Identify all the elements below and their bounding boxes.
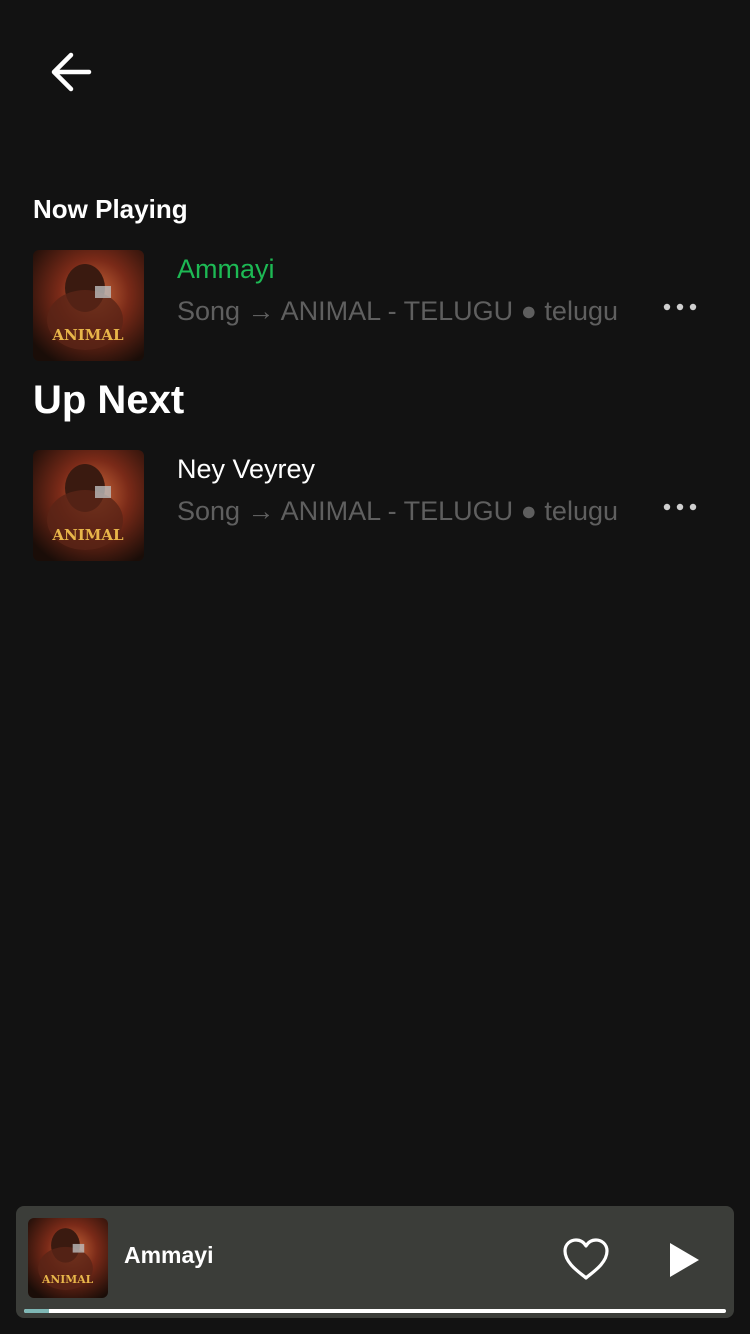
track-title: Ammayi bbox=[177, 254, 275, 284]
now-playing-label: Now Playing bbox=[33, 194, 188, 224]
mini-player-cover: ANIMAL bbox=[28, 1218, 108, 1298]
more-horizontal-icon bbox=[663, 303, 697, 311]
mini-player-title: Ammayi bbox=[124, 1242, 214, 1268]
mini-player[interactable]: ANIMAL Ammayi bbox=[16, 1206, 734, 1318]
heart-outline-icon bbox=[563, 1238, 609, 1280]
arrow-left-icon bbox=[51, 52, 92, 92]
track-subtitle: Song → ANIMAL - TELUGU ● telugu bbox=[177, 296, 618, 326]
album-cover: ANIMAL bbox=[33, 250, 144, 361]
queue-screen: Now Playing ANIMAL Ammayi Song → ANIMAL … bbox=[0, 0, 750, 1334]
up-next-heading: Up Next bbox=[33, 378, 185, 422]
more-horizontal-icon bbox=[663, 503, 697, 511]
up-next-track[interactable]: ANIMAL Ney Veyrey Song → ANIMAL - TELUGU… bbox=[33, 450, 713, 562]
album-cover: ANIMAL bbox=[33, 450, 144, 561]
svg-text:ANIMAL: ANIMAL bbox=[41, 1273, 94, 1286]
playback-progress-bar[interactable] bbox=[24, 1309, 726, 1313]
track-title: Ney Veyrey bbox=[177, 454, 316, 484]
now-playing-track[interactable]: ANIMAL Ammayi Song → ANIMAL - TELUGU ● t… bbox=[33, 250, 713, 362]
play-button[interactable] bbox=[656, 1236, 712, 1284]
more-options-button[interactable] bbox=[655, 290, 705, 324]
play-icon bbox=[670, 1243, 699, 1277]
progress-fill bbox=[24, 1309, 49, 1313]
back-button[interactable] bbox=[44, 46, 100, 98]
track-subtitle: Song → ANIMAL - TELUGU ● telugu bbox=[177, 496, 618, 526]
svg-text:ANIMAL: ANIMAL bbox=[51, 326, 124, 344]
svg-text:ANIMAL: ANIMAL bbox=[51, 526, 124, 544]
like-button[interactable] bbox=[556, 1232, 616, 1286]
more-options-button[interactable] bbox=[655, 490, 705, 524]
